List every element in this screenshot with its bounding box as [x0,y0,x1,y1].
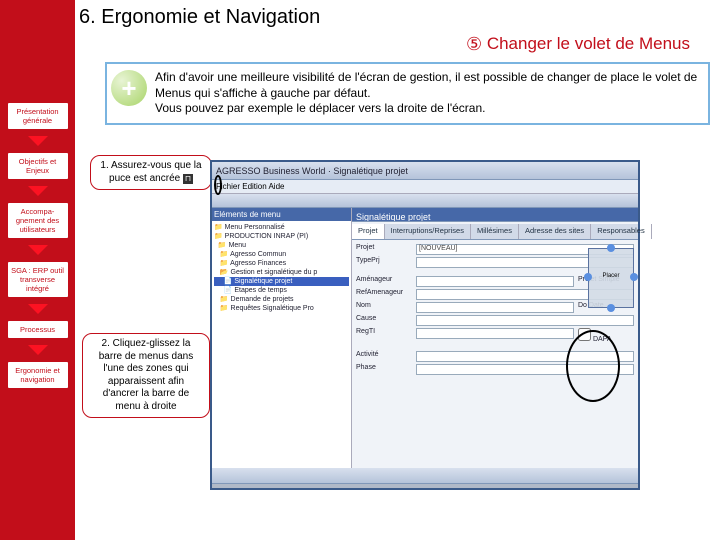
arrow-down-icon [28,304,48,314]
label-phase: Phase [356,364,412,375]
tree-item-selected[interactable]: 📄 Signalétique projet [214,277,349,286]
dock-dot-left[interactable] [584,273,592,281]
page-subtitle: ⑤ Changer le volet de Menus [75,31,720,58]
dock-dot-bottom[interactable] [607,304,615,312]
sidebar-item-presentation[interactable]: Présentation générale [7,102,69,130]
tab-millesimes[interactable]: Millésimes [471,224,519,239]
sidebar-item-accompagnement[interactable]: Accompa-gnement des utilisateurs [7,202,69,239]
input-cause[interactable] [416,315,634,326]
app-main: Eléments de menu 📁 Menu Personnalisé 📁 P… [212,208,638,468]
input-regti[interactable] [416,328,574,339]
tree-item[interactable]: 📁 Menu [214,241,349,250]
dock-dot-top[interactable] [607,244,615,252]
dock-dot-right[interactable] [630,273,638,281]
dock-hint-panel[interactable]: Placer [588,248,634,308]
sidebar-item-processus[interactable]: Processus [7,320,69,339]
label-cause: Cause [356,315,412,326]
tree-item[interactable]: 📁 Menu Personnalisé [214,223,349,232]
label-activite: Activité [356,351,412,362]
sidebar-item-sga[interactable]: SGA : ERP outil transverse intégré [7,261,69,298]
tree-item[interactable]: 📁 Demande de projets [214,295,349,304]
intro-line1: Afin d'avoir une meilleure visibilité de… [155,70,697,100]
arrow-down-icon [28,136,48,146]
callout-1: 1. Assurez-vous que la puce est ancrée ⊓ [90,155,212,190]
arrow-down-icon [28,186,48,196]
tree-item[interactable]: 📂 Gestion et signalétique du p [214,268,349,277]
app-titlebar: AGRESSO Business World · Signalétique pr… [212,162,638,180]
page-title: 6. Ergonomie et Navigation [75,0,720,31]
app-statusbar [212,468,638,484]
label-refamenageur: RefAmenageur [356,289,412,300]
callout-2: 2. Cliquez-glissez la barre de menus dan… [82,333,210,418]
arrow-down-icon [28,245,48,255]
anchor-pin-icon: ⊓ [183,174,193,184]
app-menubar[interactable]: Fichier Edition Aide [212,180,638,194]
tab-adresse[interactable]: Adresse des sites [519,224,591,239]
intro-line2: Vous pouvez par exemple le déplacer vers… [155,101,485,115]
label-regti: RegTI [356,328,412,343]
input-nom[interactable] [416,302,574,313]
input-amenageur[interactable] [416,276,574,287]
sidebar-item-ergonomie[interactable]: Ergonomie et navigation [7,361,69,389]
sidebar-item-objectifs[interactable]: Objectifs et Enjeux [7,152,69,180]
arrow-down-icon [28,345,48,355]
label-nom: Nom [356,302,412,313]
tab-responsables[interactable]: Responsables [591,224,652,239]
bullet-icon: ⑤ [466,34,482,54]
highlight-circle-1 [214,175,222,195]
form-tabs: Projet Interruptions/Reprises Millésimes… [352,224,638,240]
tab-interruptions[interactable]: Interruptions/Reprises [385,224,471,239]
subtitle-text: Changer le volet de Menus [487,34,690,53]
tree-item[interactable]: 📁 PRODUCTION INRAP (PI) [214,232,349,241]
app-screenshot: AGRESSO Business World · Signalétique pr… [210,160,640,490]
intro-box: Afin d'avoir une meilleure visibilité de… [105,62,710,125]
sidebar: Présentation générale Objectifs et Enjeu… [0,0,75,540]
tree-item[interactable]: 📁 Requêtes Signalétique Pro [214,304,349,313]
tree-item[interactable]: 📁 Agresso Commun [214,250,349,259]
menu-tree-panel[interactable]: Eléments de menu 📁 Menu Personnalisé 📁 P… [212,208,352,468]
tree-header: Eléments de menu [212,208,351,221]
plus-icon [111,70,147,106]
label-projet: Projet [356,244,412,255]
label-typeprj: TypePrj [356,257,412,268]
app-toolbar[interactable] [212,194,638,208]
tree-item[interactable]: 📄 Etapes de temps [214,286,349,295]
dock-label: Placer [591,273,631,279]
highlight-circle-2 [566,330,620,402]
label-amenageur: Aménageur [356,276,412,287]
form-title: Signalétique projet [352,208,638,222]
tree-item[interactable]: 📁 Agresso Finances [214,259,349,268]
intro-text: Afin d'avoir une meilleure visibilité de… [155,70,700,117]
tab-projet[interactable]: Projet [352,224,385,239]
